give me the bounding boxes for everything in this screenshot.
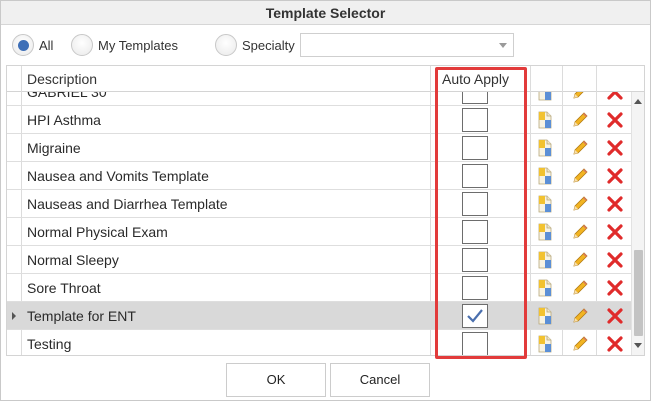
- template-selector-dialog: Template Selector All My Templates Speci…: [0, 0, 651, 401]
- pencil-edit-icon[interactable]: [571, 167, 589, 185]
- pencil-edit-icon[interactable]: [571, 111, 589, 129]
- auto-apply-checkbox[interactable]: [462, 304, 488, 328]
- copy-document-icon[interactable]: [536, 139, 554, 157]
- vertical-scrollbar[interactable]: [631, 92, 644, 355]
- current-row-indicator-icon: [12, 312, 16, 320]
- filter-radio-all[interactable]: All: [12, 33, 53, 57]
- auto-apply-checkbox[interactable]: [462, 164, 488, 188]
- dialog-title: Template Selector: [265, 5, 386, 21]
- red-x-delete-icon[interactable]: [606, 251, 624, 269]
- row-description: Sore Throat: [27, 280, 101, 296]
- red-x-delete-icon[interactable]: [606, 335, 624, 353]
- table-row[interactable]: HPI Asthma: [7, 106, 631, 134]
- red-x-delete-icon[interactable]: [606, 139, 624, 157]
- red-x-delete-icon[interactable]: [606, 223, 624, 241]
- filter-radio-specialty-label: Specialty: [242, 37, 295, 53]
- filter-radio-specialty[interactable]: Specialty: [215, 33, 295, 57]
- auto-apply-checkbox[interactable]: [462, 108, 488, 132]
- specialty-dropdown[interactable]: [300, 33, 514, 57]
- red-x-delete-icon[interactable]: [606, 307, 624, 325]
- radio-unselected-icon[interactable]: [71, 34, 93, 56]
- cancel-button[interactable]: Cancel: [330, 363, 430, 397]
- pencil-edit-icon[interactable]: [571, 195, 589, 213]
- auto-apply-checkbox[interactable]: [462, 192, 488, 216]
- table-row[interactable]: Migraine: [7, 134, 631, 162]
- pencil-edit-icon[interactable]: [571, 92, 589, 101]
- row-description: GABRIEL 30: [27, 92, 107, 100]
- row-description: Testing: [27, 336, 72, 352]
- row-description: Migraine: [27, 140, 81, 156]
- auto-apply-checkbox[interactable]: [462, 220, 488, 244]
- column-header-auto-apply[interactable]: Auto Apply: [442, 66, 509, 92]
- grid-header: Description Auto Apply: [7, 66, 644, 92]
- red-x-delete-icon[interactable]: [606, 195, 624, 213]
- auto-apply-checkbox[interactable]: [462, 136, 488, 160]
- table-row[interactable]: Normal Sleepy: [7, 246, 631, 274]
- pencil-edit-icon[interactable]: [571, 139, 589, 157]
- table-row[interactable]: Template for ENT: [7, 302, 631, 330]
- copy-document-icon[interactable]: [536, 307, 554, 325]
- pencil-edit-icon[interactable]: [571, 335, 589, 353]
- red-x-delete-icon[interactable]: [606, 92, 624, 101]
- table-row[interactable]: Normal Physical Exam: [7, 218, 631, 246]
- row-description: Nausea and Vomits Template: [27, 168, 209, 184]
- copy-document-icon[interactable]: [536, 111, 554, 129]
- table-row[interactable]: Testing: [7, 330, 631, 355]
- row-description: HPI Asthma: [27, 112, 101, 128]
- red-x-delete-icon[interactable]: [606, 279, 624, 297]
- title-bar: Template Selector: [1, 1, 650, 25]
- radio-unselected-icon[interactable]: [215, 34, 237, 56]
- copy-document-icon[interactable]: [536, 279, 554, 297]
- filter-radio-my-templates-label: My Templates: [98, 37, 178, 53]
- filter-radio-all-label: All: [39, 37, 54, 53]
- copy-document-icon[interactable]: [536, 223, 554, 241]
- pencil-edit-icon[interactable]: [571, 223, 589, 241]
- table-row[interactable]: GABRIEL 30: [7, 92, 631, 106]
- red-x-delete-icon[interactable]: [606, 111, 624, 129]
- pencil-edit-icon[interactable]: [571, 279, 589, 297]
- row-description: Nauseas and Diarrhea Template: [27, 196, 228, 212]
- copy-document-icon[interactable]: [536, 251, 554, 269]
- chevron-down-icon[interactable]: [499, 43, 507, 48]
- table-row[interactable]: Nausea and Vomits Template: [7, 162, 631, 190]
- row-description: Normal Physical Exam: [27, 224, 168, 240]
- row-description: Normal Sleepy: [27, 252, 119, 268]
- column-header-description[interactable]: Description: [27, 66, 97, 92]
- copy-document-icon[interactable]: [536, 195, 554, 213]
- filter-radio-my-templates[interactable]: My Templates: [71, 33, 178, 57]
- auto-apply-checkbox[interactable]: [462, 332, 488, 355]
- auto-apply-checkbox[interactable]: [462, 92, 488, 104]
- auto-apply-checkbox[interactable]: [462, 248, 488, 272]
- copy-document-icon[interactable]: [536, 92, 554, 101]
- scrollbar-thumb[interactable]: [634, 250, 643, 336]
- grid-rows: GABRIEL 30 HPI Asthma Migraine Nausea and V…: [7, 92, 631, 355]
- scroll-down-arrow-icon[interactable]: [634, 343, 642, 348]
- scroll-up-arrow-icon[interactable]: [634, 99, 642, 104]
- templates-grid: Description Auto Apply GABRIEL 30 HPI Ast…: [6, 65, 645, 356]
- table-row[interactable]: Nauseas and Diarrhea Template: [7, 190, 631, 218]
- copy-document-icon[interactable]: [536, 335, 554, 353]
- pencil-edit-icon[interactable]: [571, 251, 589, 269]
- ok-button[interactable]: OK: [226, 363, 326, 397]
- copy-document-icon[interactable]: [536, 167, 554, 185]
- table-row[interactable]: Sore Throat: [7, 274, 631, 302]
- pencil-edit-icon[interactable]: [571, 307, 589, 325]
- row-description: Template for ENT: [27, 308, 136, 324]
- auto-apply-checkbox[interactable]: [462, 276, 488, 300]
- red-x-delete-icon[interactable]: [606, 167, 624, 185]
- radio-selected-icon[interactable]: [12, 34, 34, 56]
